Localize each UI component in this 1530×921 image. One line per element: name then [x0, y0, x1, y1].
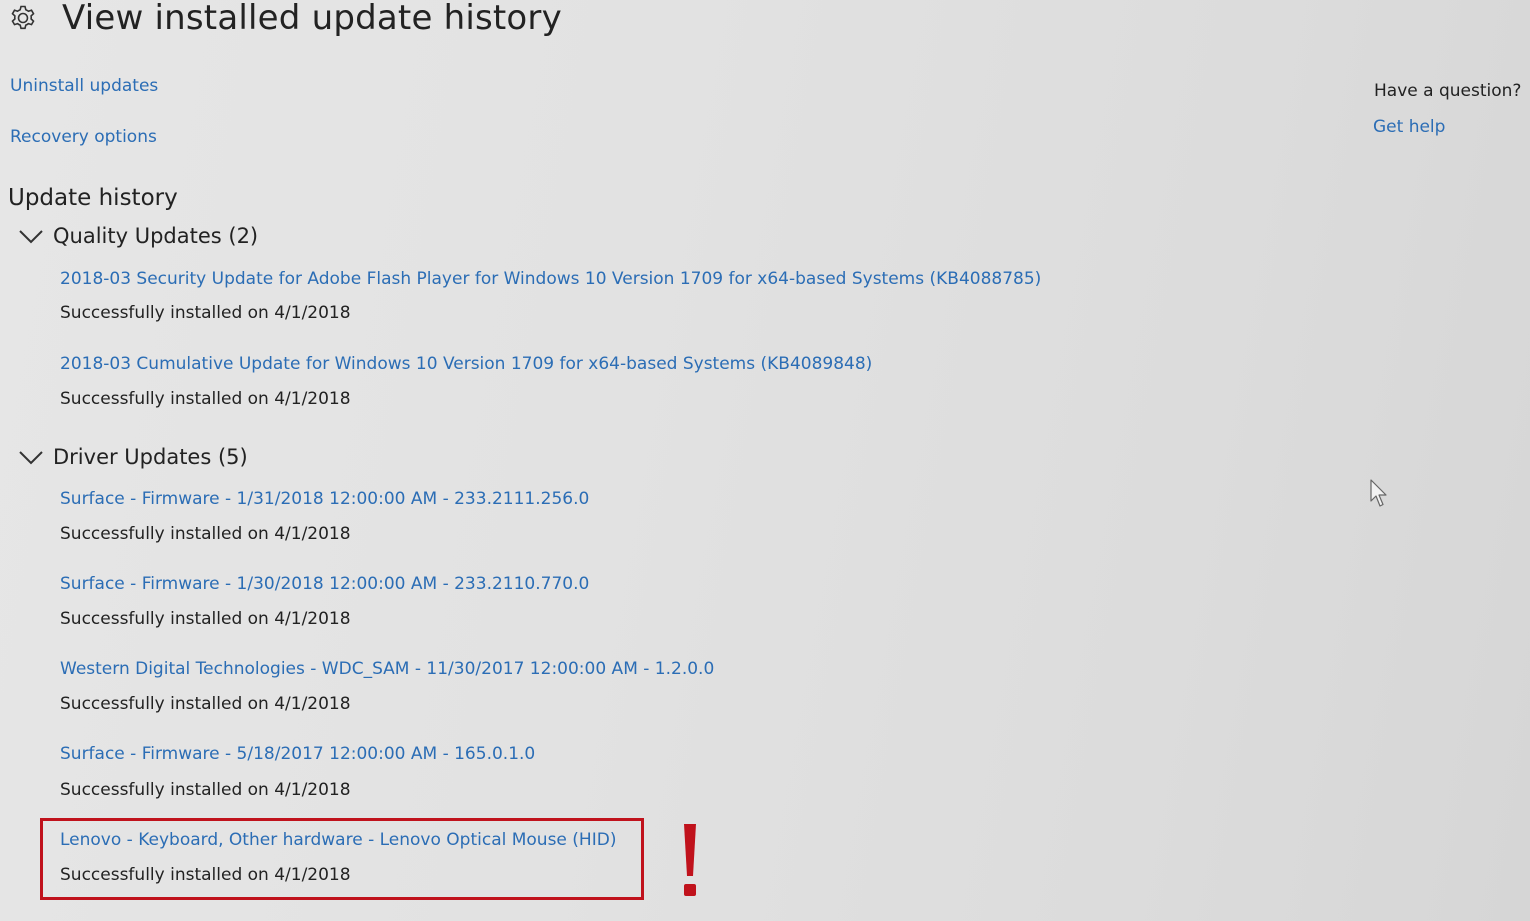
highlight-annotation-box	[40, 818, 644, 900]
gear-icon	[11, 5, 35, 30]
chevron-down-icon	[19, 230, 43, 244]
chevron-down-icon	[19, 451, 43, 465]
update-status: Successfully installed on 4/1/2018	[60, 303, 351, 323]
update-title-link[interactable]: 2018-03 Security Update for Adobe Flash …	[60, 269, 1041, 289]
group-label: Quality Updates (2)	[53, 224, 259, 248]
help-question-text: Have a question?	[1374, 81, 1522, 101]
quality-updates-group-header[interactable]: Quality Updates (2)	[18, 224, 258, 248]
update-status: Successfully installed on 4/1/2018	[60, 609, 351, 629]
group-label: Driver Updates (5)	[53, 445, 248, 469]
update-history-heading: Update history	[8, 185, 178, 211]
update-status: Successfully installed on 4/1/2018	[60, 389, 351, 409]
update-status: Successfully installed on 4/1/2018	[60, 694, 351, 714]
driver-updates-group-header[interactable]: Driver Updates (5)	[18, 445, 248, 469]
update-title-link[interactable]: Surface - Firmware - 1/31/2018 12:00:00 …	[60, 489, 589, 509]
update-status: Successfully installed on 4/1/2018	[60, 780, 351, 800]
update-title-link[interactable]: Surface - Firmware - 1/30/2018 12:00:00 …	[60, 574, 589, 594]
page-title: View installed update history	[62, 0, 562, 38]
update-status: Successfully installed on 4/1/2018	[60, 524, 351, 544]
update-title-link[interactable]: Surface - Firmware - 5/18/2017 12:00:00 …	[60, 744, 535, 764]
exclamation-mark-icon	[684, 824, 696, 896]
uninstall-updates-link[interactable]: Uninstall updates	[10, 76, 158, 96]
update-title-link[interactable]: Western Digital Technologies - WDC_SAM -…	[60, 659, 714, 679]
mouse-cursor-icon	[1370, 479, 1387, 507]
recovery-options-link[interactable]: Recovery options	[10, 127, 157, 147]
update-title-link[interactable]: 2018-03 Cumulative Update for Windows 10…	[60, 354, 872, 374]
get-help-link[interactable]: Get help	[1373, 117, 1445, 137]
